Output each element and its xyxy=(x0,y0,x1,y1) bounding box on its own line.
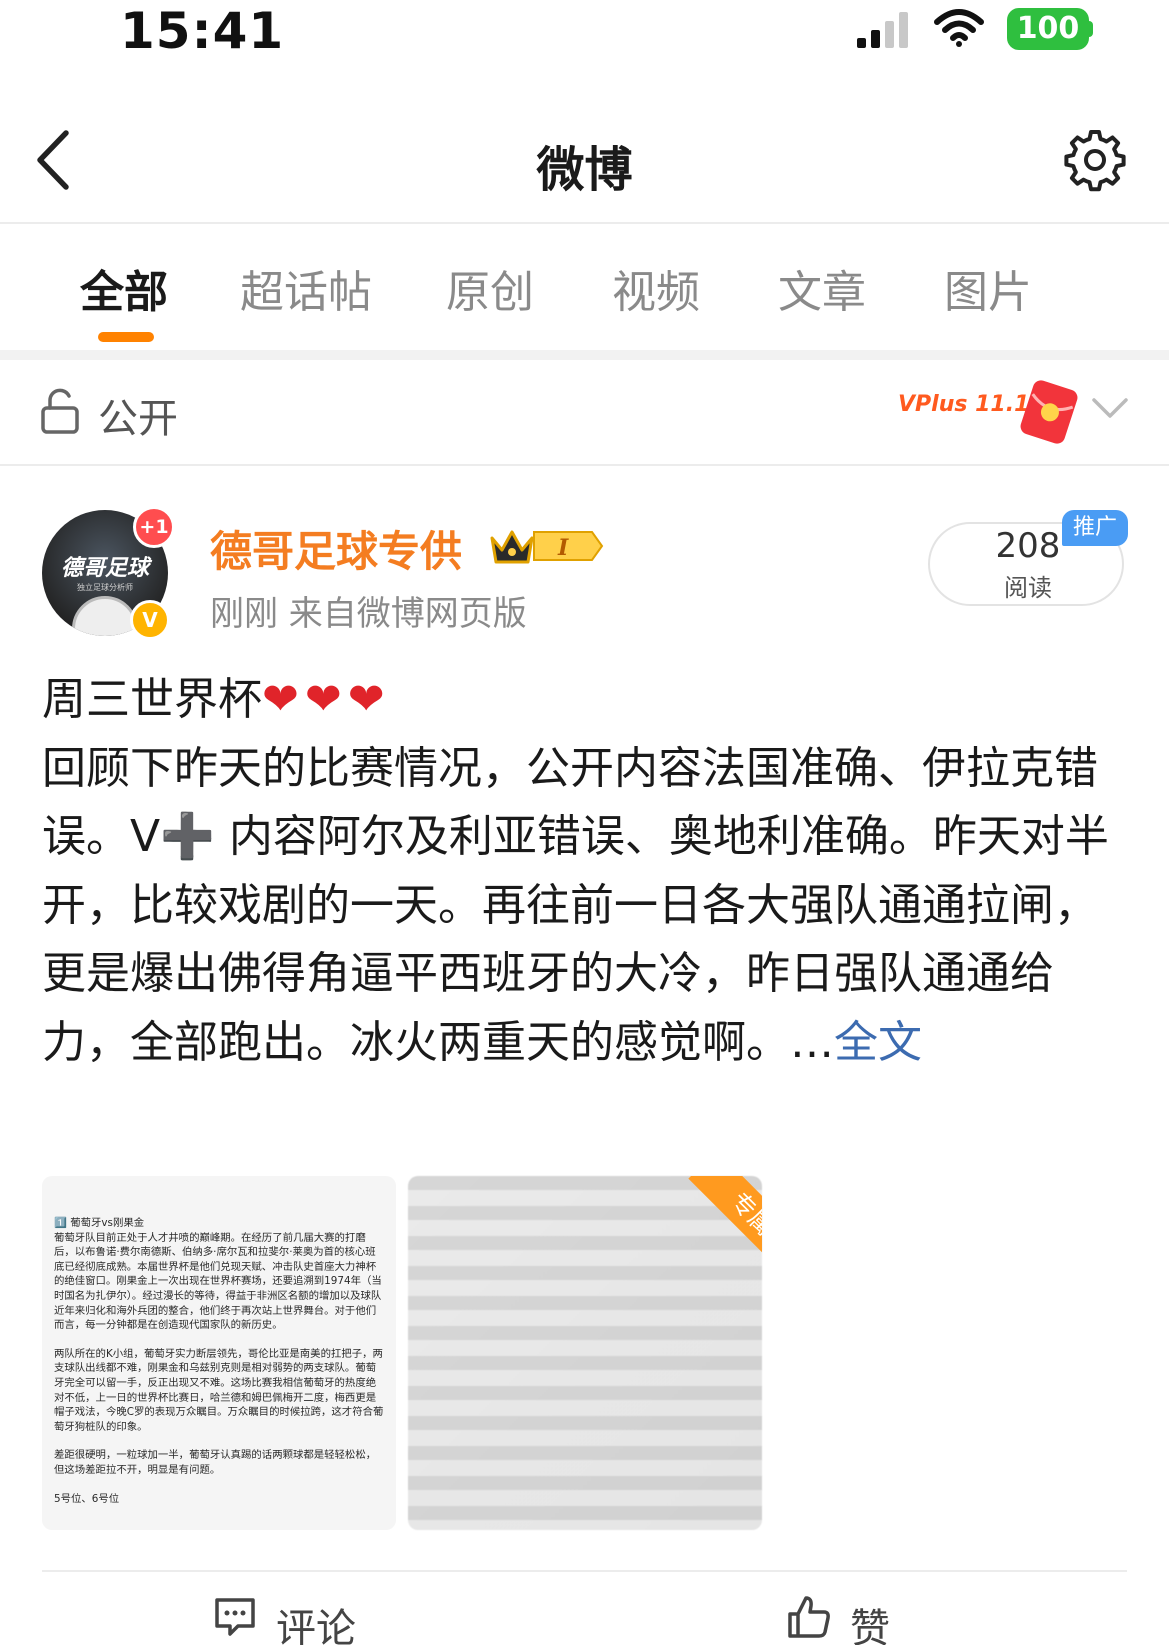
thumbs-up-icon xyxy=(788,1596,830,1638)
settings-gear-icon[interactable] xyxy=(1063,128,1127,192)
unlock-icon xyxy=(41,388,79,434)
exclusive-label: 专属 xyxy=(688,1176,762,1266)
verified-badge: V xyxy=(130,600,170,640)
action-divider xyxy=(42,1570,1127,1572)
tab-video[interactable]: 视频 xyxy=(612,256,700,320)
status-bar: 15:41 100 xyxy=(0,0,1169,70)
like-button[interactable]: 赞 xyxy=(786,1594,926,1645)
comment-label: 评论 xyxy=(276,1606,356,1645)
tab-images[interactable]: 图片 xyxy=(944,256,1032,320)
tab-original[interactable]: 原创 xyxy=(446,256,534,320)
comment-icon xyxy=(215,1598,255,1636)
status-time: 15:41 xyxy=(120,2,285,60)
image-paragraph: 5号位、6号位 xyxy=(54,1492,120,1505)
active-tab-indicator xyxy=(98,332,154,342)
visibility-label: 公开 xyxy=(98,396,178,442)
promotion-tag[interactable]: 推广 xyxy=(1062,510,1128,546)
tab-article[interactable]: 文章 xyxy=(778,256,866,320)
reads-label: 阅读 xyxy=(1004,574,1052,602)
battery-tip xyxy=(1088,21,1093,37)
heart-emojis: ❤❤❤ xyxy=(262,674,391,725)
battery-indicator: 100 xyxy=(1007,8,1089,50)
page-title: 微博 xyxy=(536,142,633,198)
post-body-text: 回顾下昨天的比赛情况，公开内容法国准确、伊拉克错误。V➕ 内容阿尔及利亚错误、奥… xyxy=(42,742,1109,1068)
post-meta: 刚刚 来自微博网页版 xyxy=(210,594,527,634)
image-paragraph: 1️⃣ 葡萄牙vs刚果金 葡萄牙队目前正处于人才井喷的巅峰期。在经历了前几届大赛… xyxy=(54,1217,382,1332)
like-label: 赞 xyxy=(850,1606,890,1645)
avatar-brand-text: 德哥足球 xyxy=(60,556,149,581)
post-headline: 周三世界杯 xyxy=(42,674,262,725)
visibility-row[interactable]: 公开 VPlus 11.11 xyxy=(0,360,1169,466)
soccer-ball-icon xyxy=(72,596,138,636)
post-headline-line: 周三世界杯❤❤❤ xyxy=(42,666,1132,735)
cellular-signal-icon xyxy=(857,12,908,48)
image-paragraph: 两队所在的K小组，葡萄牙实力断层领先，哥伦比亚是南美的扛把子，两支球队出线都不难… xyxy=(54,1347,384,1433)
tab-all[interactable]: 全部 xyxy=(80,256,168,320)
post-image-text-preview[interactable]: 1️⃣ 葡萄牙vs刚果金 葡萄牙队目前正处于人才井喷的巅峰期。在经历了前几届大赛… xyxy=(42,1176,396,1530)
exclusive-corner-badge: 专属 xyxy=(672,1176,762,1266)
section-divider xyxy=(0,350,1169,360)
chevron-down-icon[interactable] xyxy=(1090,388,1130,428)
vip-crown-level-badge[interactable]: I xyxy=(488,524,606,568)
plus-one-badge: +1 xyxy=(133,506,175,548)
filter-tabs: 全部 超话帖 原创 视频 文章 图片 xyxy=(0,226,1169,350)
level-badge-text: I xyxy=(557,535,569,561)
full-text-link[interactable]: 全文 xyxy=(834,1017,922,1068)
avatar-subtitle: 独立足球分析师 xyxy=(77,583,133,592)
post-text: 周三世界杯❤❤❤ 回顾下昨天的比赛情况，公开内容法国准确、伊拉克错误。V➕ 内容… xyxy=(42,666,1132,1077)
nav-header: 微博 xyxy=(0,100,1169,224)
image-paragraph: 差距很硬明，一粒球加一半，葡萄牙认真踢的话两颗球都是轻轻松松，但这场差距拉不开，… xyxy=(54,1449,377,1476)
tab-supertopic[interactable]: 超话帖 xyxy=(240,256,372,320)
vplus-promo-banner[interactable]: VPlus 11.11 xyxy=(898,368,1084,452)
wifi-icon xyxy=(934,9,984,47)
comment-button[interactable]: 评论 xyxy=(212,1594,392,1645)
red-envelope-icon xyxy=(1020,380,1078,444)
user-name[interactable]: 德哥足球专供 xyxy=(210,518,462,579)
